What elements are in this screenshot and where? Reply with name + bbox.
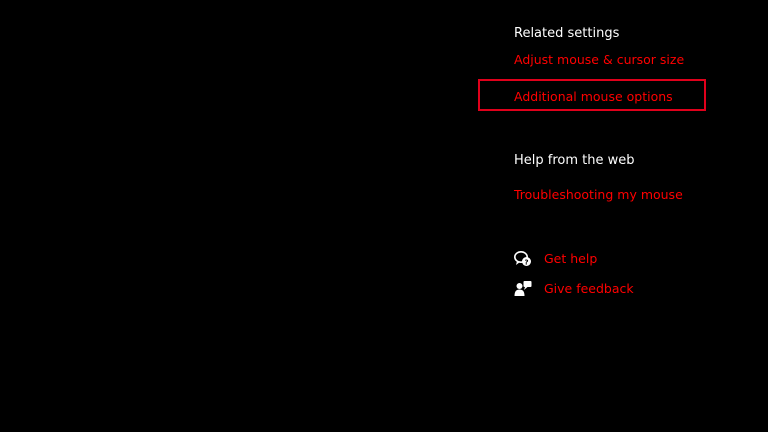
additional-mouse-options-link[interactable]: Additional mouse options	[514, 89, 673, 105]
svg-text:?: ?	[524, 258, 528, 266]
settings-page: Related settings Adjust mouse & cursor s…	[0, 0, 768, 432]
give-feedback-label: Give feedback	[544, 281, 634, 296]
get-help-icon: ?	[514, 250, 532, 268]
help-from-web-heading: Help from the web	[514, 153, 635, 168]
adjust-mouse-cursor-size-link[interactable]: Adjust mouse & cursor size	[514, 52, 684, 68]
get-help-label: Get help	[544, 251, 598, 266]
right-side-panel: Related settings Adjust mouse & cursor s…	[478, 0, 754, 432]
related-settings-heading: Related settings	[514, 26, 620, 41]
troubleshooting-my-mouse-link[interactable]: Troubleshooting my mouse	[514, 187, 683, 203]
give-feedback-row[interactable]: Give feedback	[514, 280, 634, 298]
give-feedback-icon	[514, 280, 532, 298]
get-help-row[interactable]: ? Get help	[514, 250, 597, 268]
